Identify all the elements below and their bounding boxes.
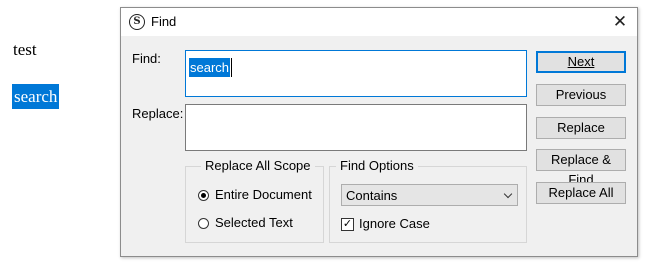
find-dialog: S Find ✕ Find: search Replace: Next Prev…	[120, 7, 638, 257]
replace-scope-title: Replace All Scope	[201, 158, 315, 173]
find-input-value: search	[189, 58, 231, 77]
document-selected-word[interactable]: search	[12, 84, 60, 109]
find-input[interactable]: search	[185, 50, 527, 97]
replace-all-button-label: Replace All	[548, 185, 614, 200]
find-label: Find:	[132, 51, 161, 66]
next-button[interactable]: Next	[536, 51, 626, 73]
selected-text-label[interactable]: Selected Text	[215, 215, 293, 230]
dialog-titlebar[interactable]: S Find ✕	[121, 8, 637, 36]
app-logo-icon: S	[129, 14, 145, 30]
chevron-down-icon	[503, 189, 513, 199]
entire-document-radio[interactable]	[198, 190, 209, 201]
ignore-case-label[interactable]: Ignore Case	[359, 216, 430, 231]
entire-document-label[interactable]: Entire Document	[215, 187, 312, 202]
document-text-line: test	[13, 40, 37, 59]
replace-scope-group: Replace All Scope Entire Document Select…	[185, 158, 324, 243]
selected-text-radio[interactable]	[198, 218, 209, 229]
replace-button[interactable]: Replace	[536, 117, 626, 139]
replace-all-button[interactable]: Replace All	[536, 182, 626, 204]
replace-button-label: Replace	[557, 120, 605, 135]
text-caret	[231, 58, 232, 77]
close-icon[interactable]: ✕	[609, 11, 631, 33]
replace-label: Replace:	[132, 106, 184, 121]
match-mode-value: Contains	[346, 188, 398, 203]
ignore-case-checkbox[interactable]: ✓	[341, 218, 354, 231]
match-mode-select[interactable]: Contains	[341, 184, 518, 206]
previous-button[interactable]: Previous	[536, 84, 626, 106]
replace-and-find-button[interactable]: Replace & Find	[536, 149, 626, 187]
dialog-title: Find	[151, 14, 177, 29]
find-options-group: Find Options Contains ✓ Ignore Case	[329, 158, 527, 243]
find-options-title: Find Options	[336, 158, 418, 173]
replace-input[interactable]	[185, 104, 527, 151]
next-button-label: Next	[567, 54, 595, 69]
previous-button-label: Previous	[555, 87, 607, 102]
